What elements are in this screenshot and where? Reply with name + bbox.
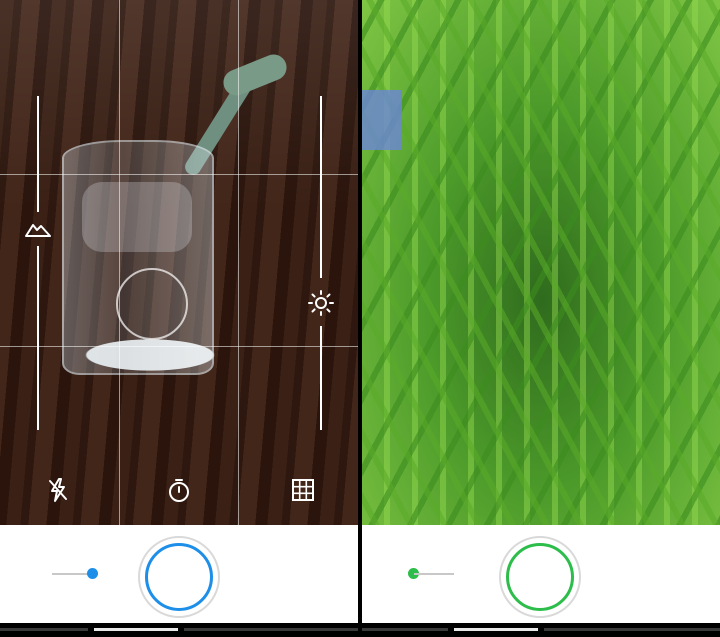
viewfinder-preview[interactable]	[0, 0, 358, 525]
home-indicator-segment	[544, 628, 720, 631]
focus-ring[interactable]	[116, 268, 188, 340]
camera-screen-right	[362, 0, 720, 637]
home-indicator-strip	[0, 623, 358, 637]
mountain-icon[interactable]	[24, 218, 52, 240]
comparison-stage	[0, 0, 720, 637]
glass-shape	[62, 140, 214, 375]
grid-line-vertical-2	[238, 0, 239, 525]
straw-head-shape	[219, 50, 291, 100]
focus-slider-track-upper[interactable]	[37, 96, 39, 212]
shutter-inner-ring	[145, 543, 213, 611]
mode-selector-track[interactable]	[52, 573, 92, 575]
shutter-inner-ring	[506, 543, 574, 611]
camera-controls-bar	[0, 525, 358, 623]
mode-selector-track[interactable]	[414, 573, 454, 575]
home-indicator-strip	[362, 623, 720, 637]
camera-screen-left	[0, 0, 358, 637]
grid-line-horizontal-1	[0, 174, 358, 175]
brightness-icon[interactable]	[306, 288, 336, 318]
home-indicator-segment	[362, 628, 448, 631]
home-indicator-segment	[184, 628, 358, 631]
mode-selector-dot[interactable]	[87, 568, 98, 579]
grid-line-vertical-1	[119, 0, 120, 525]
home-indicator-segment	[0, 628, 88, 631]
camera-controls-bar	[362, 525, 720, 623]
sky-patch	[362, 90, 402, 150]
shutter-button[interactable]	[499, 536, 581, 618]
focus-slider-track-lower[interactable]	[37, 246, 39, 430]
viewfinder-preview[interactable]	[362, 0, 720, 525]
timer-icon[interactable]	[165, 476, 193, 504]
shutter-button[interactable]	[138, 536, 220, 618]
grid-icon[interactable]	[289, 476, 317, 504]
exposure-slider-track-lower[interactable]	[320, 326, 322, 430]
exposure-slider-track-upper[interactable]	[320, 96, 322, 278]
grid-line-horizontal-2	[0, 346, 358, 347]
home-indicator[interactable]	[94, 628, 178, 631]
flash-off-icon[interactable]	[44, 476, 72, 504]
home-indicator[interactable]	[454, 628, 538, 631]
